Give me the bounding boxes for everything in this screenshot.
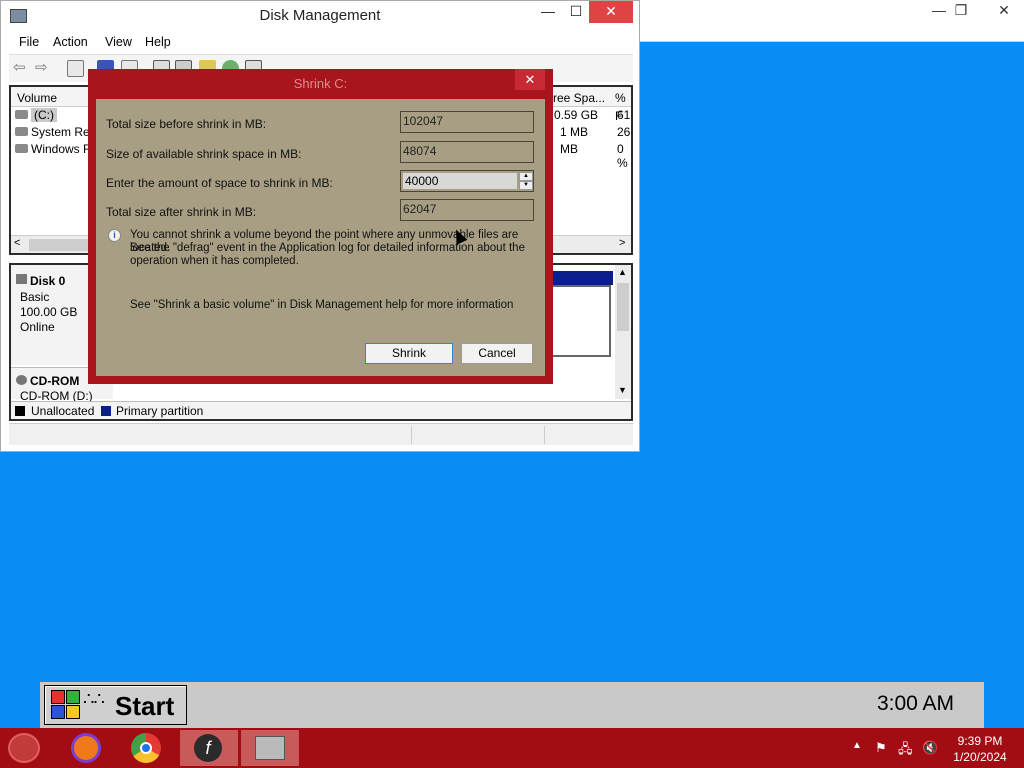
flash-icon[interactable]: f bbox=[180, 730, 238, 766]
column-volume[interactable]: Volume bbox=[17, 89, 57, 107]
menu-file[interactable]: File bbox=[19, 35, 39, 49]
scroll-left-icon[interactable]: < bbox=[14, 237, 20, 249]
volume-name: Windows R bbox=[31, 142, 92, 156]
scroll-down-icon[interactable]: ▼ bbox=[618, 385, 627, 395]
tray-clock[interactable]: 9:39 PM 1/20/2024 bbox=[950, 733, 1010, 765]
dialog-title: Shrink C: bbox=[293, 76, 348, 91]
total-before-value: 102047 bbox=[400, 111, 534, 133]
total-after-value: 62047 bbox=[400, 199, 534, 221]
minimize-button[interactable]: — bbox=[533, 1, 563, 23]
volume-muted-icon[interactable]: 🔇 bbox=[922, 740, 938, 756]
maximize-button[interactable]: ❐ bbox=[946, 0, 976, 22]
tray-date: 1/20/2024 bbox=[953, 750, 1007, 764]
disk-name: Disk 0 bbox=[30, 274, 66, 288]
forward-arrow-icon[interactable]: ⇨ bbox=[35, 60, 52, 77]
partition-block[interactable] bbox=[551, 285, 611, 357]
disk-management-taskbar-icon[interactable] bbox=[241, 730, 299, 766]
shrink-dialog: Shrink C: ✕ Total size before shrink in … bbox=[88, 69, 553, 384]
volume-name: System Res bbox=[31, 125, 96, 139]
column-free-space[interactable]: ree Spa... bbox=[553, 89, 605, 107]
back-arrow-icon[interactable]: ⇦ bbox=[13, 60, 30, 77]
help-text: See "Shrink a basic volume" in Disk Mana… bbox=[130, 299, 514, 311]
unallocated-swatch bbox=[15, 406, 25, 416]
firefox-icon[interactable] bbox=[58, 730, 116, 766]
percent-free: 0 % bbox=[617, 142, 628, 170]
disk-size: 100.00 GB bbox=[20, 305, 78, 319]
dots-icon: ∴∴ bbox=[83, 689, 105, 709]
menu-help[interactable]: Help bbox=[145, 35, 171, 49]
scroll-thumb[interactable] bbox=[617, 283, 629, 331]
tray-time: 9:39 PM bbox=[957, 734, 1003, 748]
close-button[interactable]: ✕ bbox=[984, 0, 1024, 22]
shrink-amount-spinner[interactable]: 40000 ▲ ▼ bbox=[400, 170, 534, 192]
disk-status: Online bbox=[20, 320, 55, 334]
total-after-label: Total size after shrink in MB: bbox=[106, 205, 257, 219]
available-value: 48074 bbox=[400, 141, 534, 163]
info-icon: i bbox=[108, 229, 121, 242]
drive-icon bbox=[15, 110, 28, 119]
start-bar: ∴∴ Start 3:00 AM bbox=[40, 682, 984, 728]
menu-action[interactable]: Action bbox=[53, 35, 88, 49]
background-window: — ❐ ✕ bbox=[640, 0, 1024, 42]
drive-icon bbox=[15, 144, 28, 153]
volume-name: (C:) bbox=[31, 108, 57, 122]
info-line-2: See the "defrag" event in the Applicatio… bbox=[130, 242, 525, 254]
primary-swatch bbox=[101, 406, 111, 416]
drive-icon bbox=[15, 127, 28, 136]
menu-bar: File Action View Help bbox=[9, 32, 633, 54]
disk-type: Basic bbox=[20, 290, 50, 304]
percent-free: 26 bbox=[617, 125, 631, 139]
cancel-button[interactable]: Cancel bbox=[461, 343, 533, 364]
free-space: 1 MB bbox=[560, 125, 589, 139]
taskbar: f ▲ ⚑ 🖧 🔇 9:39 PM 1/20/2024 bbox=[0, 728, 1024, 768]
legend-primary: Primary partition bbox=[116, 404, 204, 418]
info-line-3: operation when it has completed. bbox=[130, 255, 299, 267]
total-before-label: Total size before shrink in MB: bbox=[106, 117, 267, 131]
tray-expand-icon[interactable]: ▲ bbox=[852, 740, 862, 751]
start-label: Start bbox=[115, 691, 175, 721]
free-space: MB bbox=[560, 142, 578, 156]
start-bar-clock: 3:00 AM bbox=[876, 692, 954, 715]
scroll-up-icon[interactable]: ▲ bbox=[618, 267, 627, 277]
legend-unallocated: Unallocated bbox=[31, 404, 95, 418]
percent-free: 61 bbox=[617, 108, 631, 122]
vertical-scrollbar[interactable]: ▲ ▼ bbox=[615, 265, 631, 399]
shrink-amount-input[interactable]: 40000 bbox=[403, 173, 517, 189]
spin-up-icon[interactable]: ▲ bbox=[519, 172, 533, 181]
available-label: Size of available shrink space in MB: bbox=[106, 147, 302, 161]
scroll-right-icon[interactable]: > bbox=[619, 237, 625, 249]
chrome-icon[interactable] bbox=[118, 730, 176, 766]
start-orb-icon[interactable] bbox=[8, 733, 40, 763]
disk-icon bbox=[16, 274, 27, 284]
amount-label: Enter the amount of space to shrink in M… bbox=[106, 176, 333, 190]
windows-logo-icon bbox=[51, 690, 81, 720]
start-button[interactable]: ∴∴ Start bbox=[44, 685, 187, 725]
dialog-close-button[interactable]: ✕ bbox=[515, 69, 545, 90]
maximize-button[interactable]: ☐ bbox=[561, 1, 591, 23]
partition-header bbox=[551, 271, 613, 285]
spin-down-icon[interactable]: ▼ bbox=[519, 181, 533, 190]
legend: Unallocated Primary partition bbox=[11, 401, 631, 419]
status-bar bbox=[9, 423, 633, 445]
menu-view[interactable]: View bbox=[105, 35, 132, 49]
dialog-body: Total size before shrink in MB: 102047 S… bbox=[96, 99, 545, 376]
network-icon[interactable]: 🖧 bbox=[898, 740, 913, 762]
free-space: 0.59 GB bbox=[554, 108, 599, 122]
console-tree-icon[interactable] bbox=[67, 60, 84, 77]
cdrom-name: CD-ROM bbox=[30, 374, 80, 388]
action-center-flag-icon[interactable]: ⚑ bbox=[875, 740, 887, 756]
column-percent-free[interactable]: % F bbox=[615, 89, 631, 123]
scroll-thumb[interactable] bbox=[29, 239, 91, 251]
cd-icon bbox=[16, 375, 27, 385]
close-button[interactable]: ✕ bbox=[589, 1, 633, 23]
shrink-button[interactable]: Shrink bbox=[365, 343, 453, 364]
